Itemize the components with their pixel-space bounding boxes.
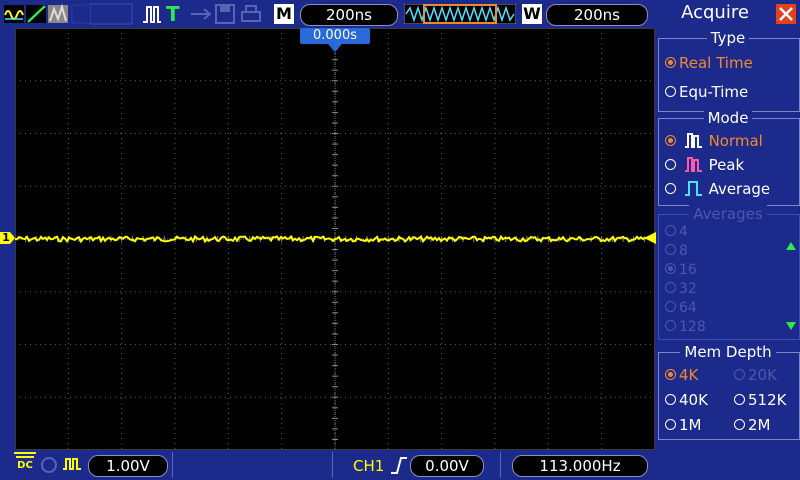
separator xyxy=(172,452,173,478)
coupling-dc-icon: DC xyxy=(14,452,36,472)
scroll-up-arrow-icon[interactable] xyxy=(786,242,796,250)
normal-pulse-icon xyxy=(684,133,702,148)
averages-option-64[interactable]: 64 xyxy=(665,300,697,316)
window-timebase-label: W xyxy=(522,4,542,24)
radio-icon xyxy=(665,394,676,405)
coupling-label: DC xyxy=(17,460,33,471)
radio-icon xyxy=(665,159,676,170)
vectors-icon[interactable] xyxy=(26,5,46,23)
radio-selected-icon xyxy=(665,369,676,380)
mem-depth-option-512k[interactable]: 512K xyxy=(734,391,786,409)
memory-window-icon xyxy=(404,4,516,24)
top-toolbar: T M 200ns W 200ns xyxy=(0,0,656,28)
averages-option-16[interactable]: 16 xyxy=(665,262,697,278)
main-timebase-label: M xyxy=(274,4,294,24)
radio-icon xyxy=(665,320,676,331)
radio-icon xyxy=(665,183,676,194)
radio-icon xyxy=(734,369,745,380)
volts-per-div-value[interactable]: 1.00V xyxy=(88,455,168,477)
average-pulse-icon xyxy=(684,181,702,196)
type-option-real-time[interactable]: Real Time xyxy=(665,54,753,72)
averages-option-8[interactable]: 8 xyxy=(665,243,688,259)
mode-group-header: Mode xyxy=(703,109,753,127)
panel-footer xyxy=(656,452,800,480)
mem-depth-option-20k[interactable]: 20K xyxy=(734,366,777,384)
scroll-down-arrow-icon[interactable] xyxy=(786,322,796,330)
bandwidth-limit-icon xyxy=(41,457,57,473)
type-option-equ-time[interactable]: Equ-Time xyxy=(665,83,748,101)
channel-waveform-icon xyxy=(63,458,81,470)
mem-depth-option-1m[interactable]: 1M xyxy=(665,416,702,434)
close-icon[interactable] xyxy=(776,4,796,24)
menu-title-bar: Acquire xyxy=(656,0,800,28)
waveform-display[interactable] xyxy=(15,28,655,450)
radio-icon xyxy=(734,394,745,405)
trigger-time-marker[interactable]: 0.000s xyxy=(300,28,370,44)
trigger-level-marker-icon[interactable] xyxy=(641,230,657,246)
type-group-header: Type xyxy=(706,29,750,47)
trigger-status-icon: T xyxy=(166,2,180,26)
mode-option-peak[interactable]: Peak xyxy=(665,156,744,174)
trigger-position-arrow-icon xyxy=(328,44,342,52)
display-icons-group xyxy=(2,3,97,25)
peak-pulse-icon xyxy=(684,157,702,172)
radio-selected-icon xyxy=(665,263,676,274)
acquire-menu-panel: Acquire Type Real Time Equ-Time Mode Nor… xyxy=(656,0,800,480)
mem-depth-option-2m[interactable]: 2M xyxy=(734,416,771,434)
averages-group-header: Averages xyxy=(689,205,767,223)
main-timebase-value[interactable]: 200ns xyxy=(300,4,398,26)
mode-option-average[interactable]: Average xyxy=(665,180,770,198)
averages-option-32[interactable]: 32 xyxy=(665,281,697,297)
radio-icon xyxy=(665,244,676,255)
radio-selected-icon xyxy=(665,57,676,68)
graticule xyxy=(15,28,655,450)
separator xyxy=(332,452,333,478)
mode-option-normal[interactable]: Normal xyxy=(665,132,763,150)
blank-status-box xyxy=(90,3,133,25)
run-pulse-icon xyxy=(143,6,161,23)
mem-depth-group-header: Mem Depth xyxy=(680,343,776,361)
printer-icon xyxy=(241,5,261,22)
radio-icon xyxy=(665,282,676,293)
mem-depth-option-4k[interactable]: 4K xyxy=(665,366,698,384)
radio-icon xyxy=(734,419,745,430)
save-disk-icon xyxy=(215,4,235,24)
radio-selected-icon xyxy=(665,135,676,146)
persist-icon[interactable] xyxy=(48,3,68,23)
trigger-level-value[interactable]: 0.00V xyxy=(410,455,484,477)
frequency-value: 113.000Hz xyxy=(512,455,648,477)
averages-option-128[interactable]: 128 xyxy=(665,319,706,335)
channel1-marker-label: 1 xyxy=(2,231,10,244)
trigger-source-label: CH1 xyxy=(353,457,385,475)
window-timebase-value[interactable]: 200ns xyxy=(546,4,648,26)
radio-icon xyxy=(665,86,676,97)
rising-edge-icon xyxy=(391,457,407,474)
bottom-status-bar: DC 1.00V CH1 0.00V 113.000Hz xyxy=(0,450,656,480)
mem-depth-option-40k[interactable]: 40K xyxy=(665,391,708,409)
radio-icon xyxy=(665,225,676,236)
menu-title: Acquire xyxy=(681,2,749,23)
averages-option-4[interactable]: 4 xyxy=(665,224,688,240)
separator xyxy=(500,452,501,478)
radio-icon xyxy=(665,419,676,430)
waveform-display-icon[interactable] xyxy=(4,5,24,23)
usb-icon xyxy=(191,8,212,20)
radio-icon xyxy=(665,301,676,312)
